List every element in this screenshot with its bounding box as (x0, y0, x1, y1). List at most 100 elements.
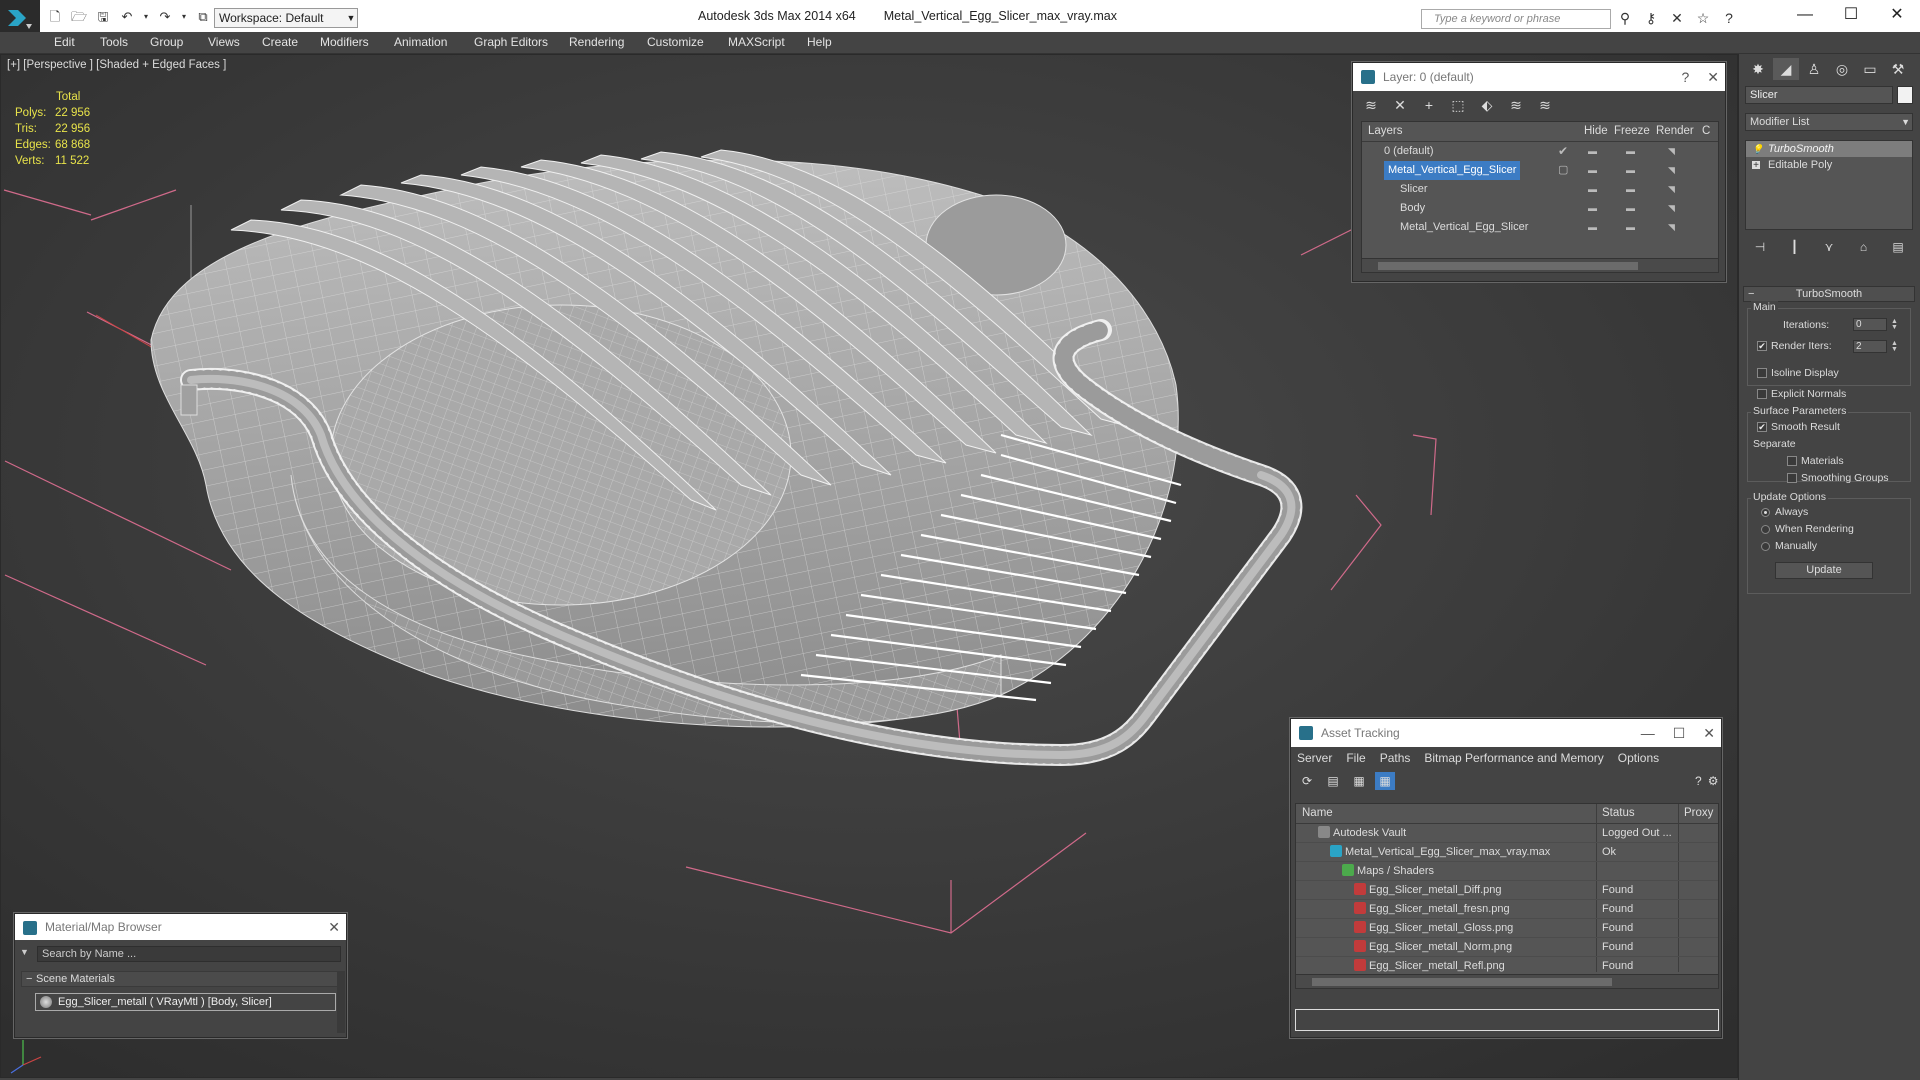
motion-tab-icon[interactable]: ◎ (1829, 58, 1855, 80)
make-unique-icon[interactable]: ⋎ (1820, 238, 1838, 256)
add-to-layer-icon[interactable]: + (1419, 96, 1439, 114)
favorites-star-icon[interactable]: ☆ (1694, 9, 1712, 27)
app-menu-button[interactable] (0, 0, 40, 36)
menu-maxscript[interactable]: MAXScript (728, 35, 785, 49)
smoothing-groups-checkbox[interactable] (1787, 473, 1797, 483)
rollout-title[interactable]: − TurboSmooth (1743, 286, 1915, 302)
column-hide[interactable]: Hide (1584, 125, 1608, 137)
stack-item-turbosmooth[interactable]: 💡 TurboSmooth (1746, 141, 1912, 157)
layer-box-icon[interactable]: ▢ (1558, 161, 1568, 180)
layer-row[interactable]: 0 (default) ✔ ▬ ▬ ◥ (1362, 142, 1718, 161)
render-toggle-icon[interactable]: ◥ (1668, 199, 1675, 218)
menu-bitmap-performance[interactable]: Bitmap Performance and Memory (1424, 747, 1603, 769)
close-icon[interactable]: ✕ (328, 914, 340, 940)
object-name-field[interactable]: Slicer (1745, 86, 1893, 104)
menu-paths[interactable]: Paths (1380, 747, 1411, 769)
object-color-swatch[interactable] (1897, 86, 1913, 104)
browser-options-icon[interactable]: ▼ (20, 947, 29, 957)
close-icon[interactable]: ✕ (1703, 719, 1715, 747)
menu-customize[interactable]: Customize (647, 35, 704, 49)
maximize-icon[interactable]: ☐ (1673, 719, 1686, 747)
lightbulb-icon[interactable]: 💡 (1752, 144, 1763, 154)
asset-row[interactable]: Maps / Shaders (1296, 862, 1718, 881)
freeze-all-layers-icon[interactable]: ≋ (1535, 96, 1555, 114)
column-layers[interactable]: Layers (1368, 125, 1403, 137)
explicit-normals-checkbox[interactable] (1757, 389, 1767, 399)
project-folder-icon[interactable]: ⧉ (194, 9, 212, 25)
asset-tracking-titlebar[interactable]: Asset Tracking — ☐ ✕ (1291, 719, 1721, 747)
spinner-arrows-icon[interactable]: ▲ ▼ (1891, 340, 1898, 353)
workspace-dropdown[interactable]: Workspace: Default (214, 8, 358, 28)
create-layer-icon[interactable]: ≋ (1361, 96, 1381, 114)
utilities-tab-icon[interactable]: ⚒ (1885, 58, 1911, 80)
key-icon[interactable]: ⚷ (1642, 9, 1660, 27)
manually-radio[interactable] (1761, 542, 1770, 551)
viewport-label[interactable]: [+] [Perspective ] [Shaded + Edged Faces… (7, 59, 226, 71)
refresh-icon[interactable]: ⟳ (1297, 772, 1317, 790)
exchange-icon[interactable]: ✕ (1668, 9, 1686, 27)
asset-row[interactable]: Egg_Slicer_metall_fresn.png Found (1296, 900, 1718, 919)
minimize-icon[interactable]: — (1641, 719, 1655, 747)
asset-row[interactable]: Metal_Vertical_Egg_Slicer_max_vray.max O… (1296, 843, 1718, 862)
hierarchy-tab-icon[interactable]: ♙ (1801, 58, 1827, 80)
thumbnail-view-icon[interactable]: ▦ (1349, 772, 1369, 790)
close-icon[interactable]: ✕ (1707, 63, 1719, 91)
select-objects-icon[interactable]: ⬚ (1448, 96, 1468, 114)
freeze-toggle-icon[interactable]: ▬ (1626, 218, 1635, 237)
display-tab-icon[interactable]: ▭ (1857, 58, 1883, 80)
layer-row[interactable]: Metal_Vertical_Egg_Slicer ▬ ▬ ◥ (1362, 218, 1718, 237)
scrollbar-thumb[interactable] (1312, 978, 1612, 986)
render-toggle-icon[interactable]: ◥ (1668, 161, 1675, 180)
list-view-icon[interactable]: ▤ (1323, 772, 1343, 790)
freeze-toggle-icon[interactable]: ▬ (1626, 180, 1635, 199)
layer-row-selected[interactable]: Metal_Vertical_Egg_Slicer ▢ ▬ ▬ ◥ (1362, 161, 1718, 180)
scrollbar-thumb[interactable] (1378, 262, 1638, 270)
undo-dropdown-icon[interactable]: ▾ (142, 9, 150, 25)
column-render[interactable]: Render (1656, 125, 1694, 137)
stack-item-editable-poly[interactable]: + Editable Poly (1746, 157, 1912, 173)
scene-materials-header[interactable]: − Scene Materials (21, 971, 341, 987)
menu-rendering[interactable]: Rendering (569, 35, 624, 49)
maximize-icon[interactable]: ☐ (1828, 0, 1874, 32)
configure-modifier-sets-icon[interactable]: ▤ (1889, 238, 1907, 256)
open-file-icon[interactable]: 🗁 (70, 9, 88, 25)
undo-icon[interactable]: ↶ (118, 9, 136, 25)
hide-toggle-icon[interactable]: ▬ (1588, 218, 1597, 237)
menu-file[interactable]: File (1346, 747, 1365, 769)
render-toggle-icon[interactable]: ◥ (1668, 142, 1675, 161)
hide-toggle-icon[interactable]: ▬ (1588, 161, 1597, 180)
pin-stack-icon[interactable]: ⊣ (1751, 238, 1769, 256)
material-item[interactable]: Egg_Slicer_metall ( VRayMtl ) [Body, Sli… (35, 993, 336, 1011)
modify-tab-icon[interactable]: ◢ (1773, 58, 1799, 80)
new-file-icon[interactable]: 🗋 (46, 9, 64, 25)
help-icon[interactable]: ? (1720, 9, 1738, 27)
freeze-toggle-icon[interactable]: ▬ (1626, 142, 1635, 161)
layer-row[interactable]: Body ▬ ▬ ◥ (1362, 199, 1718, 218)
save-icon[interactable]: 🖫 (94, 9, 112, 25)
keyword-search-input[interactable]: Type a keyword or phrase (1421, 9, 1611, 29)
freeze-toggle-icon[interactable]: ▬ (1626, 161, 1635, 180)
column-proxy[interactable]: Proxy (1684, 807, 1713, 819)
asset-row[interactable]: Egg_Slicer_metall_Diff.png Found (1296, 881, 1718, 900)
menu-group[interactable]: Group (150, 35, 183, 49)
redo-dropdown-icon[interactable]: ▾ (180, 9, 188, 25)
minimize-icon[interactable]: — (1782, 0, 1828, 32)
remove-modifier-icon[interactable]: ⌂ (1855, 238, 1873, 256)
modifier-list-dropdown[interactable]: Modifier List ▼ (1745, 113, 1913, 131)
column-c[interactable]: C (1702, 125, 1710, 137)
update-button[interactable]: Update (1775, 562, 1873, 579)
column-freeze[interactable]: Freeze (1614, 125, 1650, 137)
options-icon[interactable]: ⚙ (1708, 772, 1719, 790)
asset-row[interactable]: Egg_Slicer_metall_Gloss.png Found (1296, 919, 1718, 938)
menu-views[interactable]: Views (208, 35, 240, 49)
when-rendering-radio[interactable] (1761, 525, 1770, 534)
materials-checkbox[interactable] (1787, 456, 1797, 466)
menu-modifiers[interactable]: Modifiers (320, 35, 369, 49)
isoline-display-checkbox[interactable] (1757, 368, 1767, 378)
active-layer-check-icon[interactable]: ✔ (1558, 142, 1568, 161)
hide-toggle-icon[interactable]: ▬ (1588, 142, 1597, 161)
material-search-input[interactable]: Search by Name ... (37, 946, 341, 962)
workspace-dropdown-arrow-icon[interactable]: ▼ (344, 8, 358, 28)
column-status[interactable]: Status (1602, 807, 1635, 819)
help-icon[interactable]: ? (1681, 63, 1689, 91)
